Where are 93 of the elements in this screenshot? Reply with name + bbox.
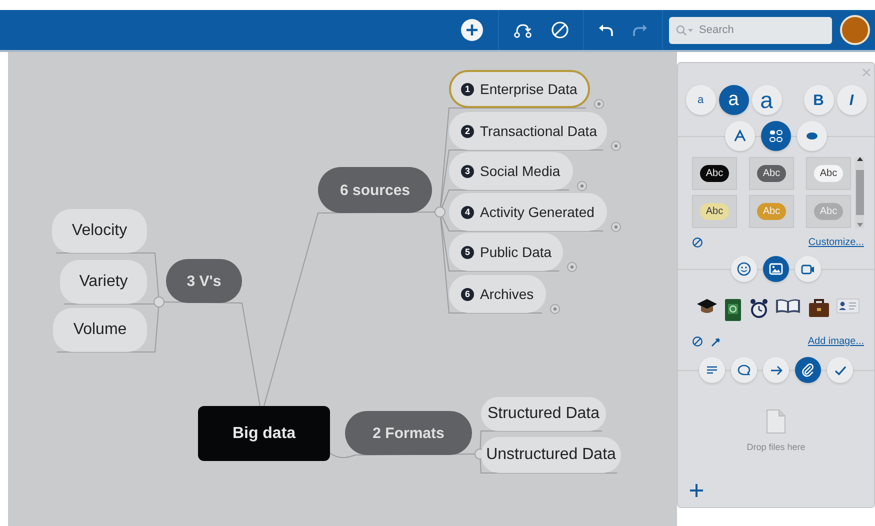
style-sample: Abc — [756, 165, 786, 182]
number-badge: 1 — [461, 82, 474, 96]
id-card-icon[interactable] — [836, 298, 860, 314]
briefcase-icon[interactable] — [808, 298, 830, 318]
shape-tab[interactable] — [797, 121, 827, 151]
scrollbar[interactable] — [855, 157, 864, 228]
arrow-icon — [770, 364, 782, 376]
topic-node[interactable]: 5 Public Data — [449, 233, 563, 271]
attachment-tab[interactable] — [827, 357, 853, 383]
oval-icon — [806, 132, 818, 140]
topic-node[interactable]: Unstructured Data — [481, 437, 621, 473]
customize-link[interactable]: Customize... — [808, 237, 864, 248]
number-badge: 5 — [461, 246, 474, 258]
italic-button[interactable]: I — [836, 85, 866, 115]
shape-tab[interactable] — [761, 121, 791, 151]
graduation-cap-icon[interactable] — [696, 298, 718, 316]
topic-node[interactable]: Structured Data — [481, 397, 606, 431]
shape-tab[interactable] — [725, 121, 755, 151]
no-style-icon[interactable] — [692, 336, 703, 347]
style-sample: Abc — [814, 203, 844, 220]
checkmark-icon — [834, 364, 846, 376]
undo-icon[interactable] — [598, 22, 614, 38]
style-preset[interactable]: Abc — [749, 157, 794, 190]
topic-label: Activity Generated — [480, 204, 594, 220]
text-size-button[interactable]: a — [718, 85, 748, 115]
node-shapes-icon — [769, 129, 783, 143]
file-icon — [766, 409, 786, 434]
node-handle[interactable] — [567, 262, 577, 272]
style-sample: Abc — [700, 165, 730, 182]
attachment-tab[interactable] — [763, 357, 789, 383]
video-icon — [801, 264, 815, 274]
image-icon — [769, 263, 783, 275]
notes-icon — [706, 365, 718, 375]
text-size-button[interactable]: a — [686, 85, 716, 115]
relationship-icon[interactable] — [513, 22, 533, 38]
media-tab[interactable] — [731, 256, 757, 282]
style-preset[interactable]: Abc — [806, 157, 851, 190]
topic-node[interactable]: 6 Archives — [449, 275, 546, 313]
attachment-tab[interactable] — [699, 357, 725, 383]
media-tab[interactable] — [763, 256, 789, 282]
topic-label: Enterprise Data — [480, 81, 578, 97]
topic-node[interactable]: 2 Transactional Data — [449, 112, 607, 150]
add-icon[interactable] — [690, 484, 703, 497]
topic-node[interactable]: 4 Activity Generated — [449, 193, 607, 231]
branch-handle[interactable] — [434, 206, 446, 218]
eyedropper-icon[interactable] — [711, 336, 721, 346]
paperclip-icon — [801, 363, 815, 377]
node-handle[interactable] — [611, 222, 621, 232]
topic-node[interactable]: Variety — [60, 260, 147, 304]
topic-node[interactable]: Velocity — [52, 209, 147, 253]
bold-button[interactable]: B — [804, 85, 834, 115]
user-avatar[interactable] — [840, 15, 870, 45]
alarm-clock-icon[interactable] — [748, 298, 769, 320]
address-book-icon[interactable] — [724, 298, 742, 322]
scroll-up-icon[interactable] — [856, 157, 862, 162]
branch-handle[interactable] — [154, 296, 164, 308]
style-sample: Abc — [756, 203, 786, 220]
node-handle[interactable] — [577, 181, 587, 191]
number-badge: 6 — [461, 288, 474, 300]
add-topic-button[interactable] — [460, 18, 484, 42]
topic-node[interactable]: 1 Enterprise Data — [449, 70, 590, 108]
search-field[interactable]: Search — [669, 16, 832, 44]
number-badge: 4 — [461, 206, 474, 218]
topic-label: Public Data — [480, 244, 552, 260]
text-size-button[interactable]: a — [752, 85, 782, 115]
branch-shape-icon — [733, 129, 747, 143]
number-badge: 3 — [461, 164, 474, 178]
style-preset[interactable]: Abc — [692, 157, 737, 190]
open-book-icon[interactable] — [775, 298, 802, 314]
style-sample: Abc — [700, 203, 730, 220]
topic-label: Archives — [480, 286, 534, 302]
branch-topic[interactable]: 6 sources — [318, 167, 432, 213]
topic-node[interactable]: Volume — [53, 308, 147, 352]
style-sample: Abc — [814, 165, 844, 182]
topic-label: Transactional Data — [480, 123, 597, 139]
attachment-tab[interactable] — [731, 357, 757, 383]
node-handle[interactable] — [594, 99, 604, 109]
smiley-icon — [737, 262, 751, 276]
topic-label: Social Media — [480, 163, 560, 179]
branch-topic[interactable]: 2 Formats — [345, 411, 472, 455]
style-preset[interactable]: Abc — [692, 195, 737, 228]
central-topic[interactable]: Big data — [198, 406, 330, 461]
drop-hint: Drop files here — [746, 442, 806, 452]
comment-icon — [737, 364, 751, 376]
add-image-link[interactable]: Add image... — [808, 336, 864, 347]
node-handle[interactable] — [611, 141, 621, 151]
branch-topic[interactable]: 3 V's — [166, 259, 242, 303]
topic-node[interactable]: 3 Social Media — [449, 152, 573, 190]
no-style-icon[interactable] — [692, 237, 703, 248]
attachment-tab[interactable] — [795, 357, 821, 383]
media-tab[interactable] — [795, 256, 821, 282]
number-badge: 2 — [461, 124, 474, 138]
node-handle[interactable] — [550, 304, 560, 314]
